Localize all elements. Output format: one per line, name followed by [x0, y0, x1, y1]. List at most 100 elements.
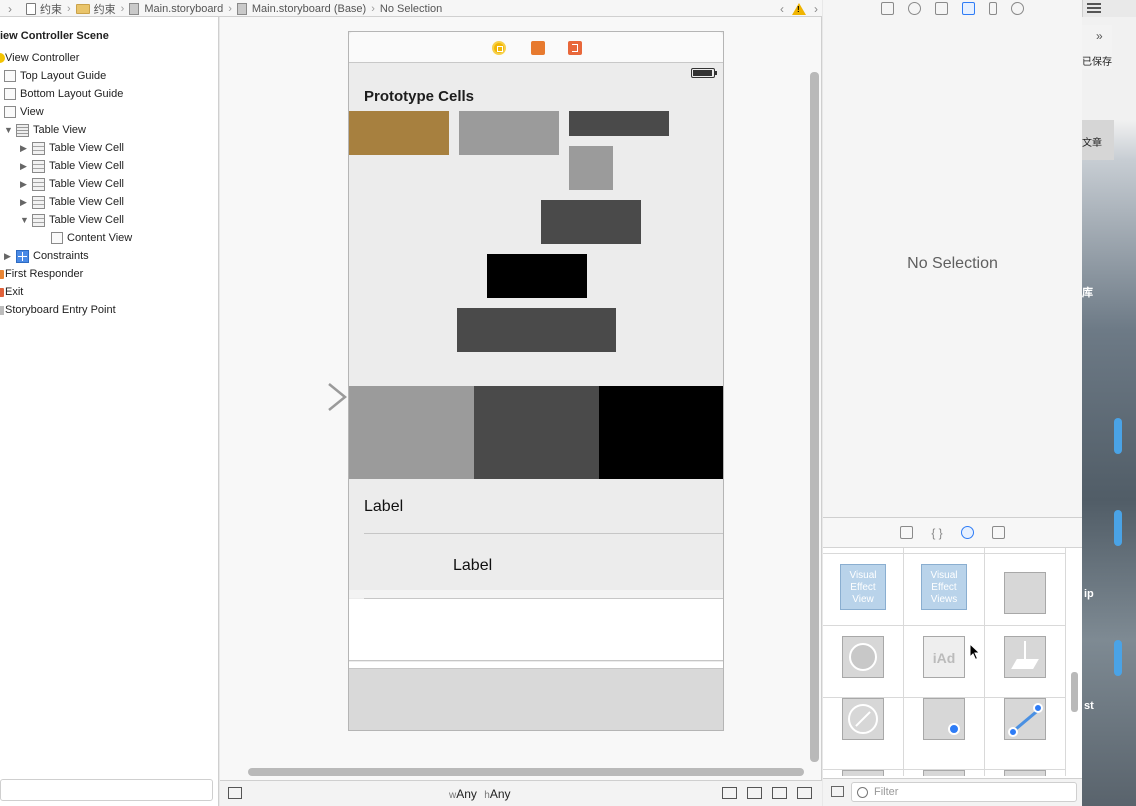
entry-point-icon	[0, 305, 4, 315]
view-controller-icon[interactable]	[492, 41, 506, 55]
resolve-issues-icon[interactable]	[797, 787, 812, 799]
desktop-widget[interactable]	[1114, 418, 1122, 454]
outline-item-bottom-layout-guide[interactable]: Bottom Layout Guide	[4, 85, 123, 103]
outline-item-content-view[interactable]: Content View	[51, 229, 132, 247]
outline-item-storyboard-entry-point[interactable]: Storyboard Entry Point	[0, 301, 116, 319]
outline-item-table-view-cell[interactable]: ▶ Table View Cell	[20, 193, 124, 211]
no-selection-text: No Selection	[907, 255, 998, 272]
connections-inspector-icon[interactable]	[1011, 2, 1024, 15]
outline-item-table-view-cell[interactable]: ▶ Table View Cell	[20, 157, 124, 175]
entry-point-arrow-icon[interactable]	[257, 383, 349, 411]
menu-icon[interactable]	[1082, 0, 1136, 17]
outline-item-constraints[interactable]: ▶ Constraints	[4, 247, 89, 265]
outline-item-view[interactable]: View	[4, 103, 44, 121]
first-responder-icon[interactable]	[531, 41, 545, 55]
attributes-inspector-icon[interactable]	[962, 2, 975, 15]
library-item-visual-effect-view[interactable]: Visual Effect View	[823, 554, 904, 626]
exit-icon[interactable]	[568, 41, 582, 55]
object-library-icon[interactable]	[960, 526, 974, 539]
back-chevron-icon[interactable]: ‹	[780, 2, 784, 16]
breadcrumb-item[interactable]: 约束	[75, 1, 116, 17]
disclosure-collapsed-icon[interactable]: ▶	[20, 143, 32, 154]
outline-item-exit[interactable]: Exit	[0, 283, 23, 301]
desktop-widget[interactable]	[1114, 640, 1122, 676]
disclosure-collapsed-icon[interactable]: ▶	[20, 179, 32, 190]
iad-icon: iAd	[923, 636, 965, 678]
breadcrumb-item[interactable]: 约束	[26, 1, 62, 17]
outline-item-table-view-cell[interactable]: ▶ Table View Cell	[20, 175, 124, 193]
view-controller-scene[interactable]: Prototype Cells Label Label	[348, 31, 724, 731]
library-item[interactable]	[823, 770, 904, 776]
library-item-storyboard-reference[interactable]	[985, 698, 1066, 770]
disclosure-expanded-icon[interactable]: ▼	[4, 125, 16, 135]
forward-chevron-icon[interactable]: ›	[814, 2, 818, 16]
breadcrumb-item[interactable]: Main.storyboard	[129, 2, 223, 15]
file-template-library-icon[interactable]	[900, 526, 914, 539]
outline-item-top-layout-guide[interactable]: Top Layout Guide	[4, 67, 106, 85]
label[interactable]: Label	[453, 557, 492, 575]
disclosure-collapsed-icon[interactable]: ▶	[20, 197, 32, 208]
library-item-web-view[interactable]	[823, 698, 904, 770]
outline-item-table-view[interactable]: ▼ Table View	[4, 121, 86, 139]
library-item-visual-effect-views[interactable]: Visual Effect Views	[904, 554, 985, 626]
constraints-icon	[16, 249, 29, 263]
canvas-horizontal-scrollbar[interactable]	[248, 768, 804, 776]
disclosure-collapsed-icon[interactable]: ▶	[4, 251, 16, 262]
background-window[interactable]: 文章	[1082, 120, 1114, 160]
expand-chevron-icon[interactable]: »	[1096, 29, 1103, 43]
desktop-widget[interactable]	[1114, 510, 1122, 546]
identity-inspector-icon[interactable]	[935, 2, 948, 15]
bottom-view[interactable]	[349, 668, 723, 730]
warning-icon[interactable]: !	[792, 2, 806, 15]
exit-icon	[0, 287, 4, 297]
quick-help-icon[interactable]	[908, 2, 921, 15]
gold-view[interactable]	[349, 111, 449, 155]
breadcrumb-item[interactable]: No Selection	[380, 3, 442, 15]
outline-item-table-view-cell[interactable]: ▶ Table View Cell	[20, 139, 124, 157]
dark-gray-view[interactable]	[541, 200, 641, 244]
gray-view[interactable]	[349, 386, 474, 479]
list-view-toggle-icon[interactable]	[831, 786, 844, 797]
disclosure-collapsed-icon[interactable]: ▶	[20, 161, 32, 172]
media-library-icon[interactable]	[991, 526, 1005, 539]
prototype-cells-title: Prototype Cells	[364, 88, 475, 105]
outline-filter-field[interactable]	[0, 779, 213, 801]
library-filter-input[interactable]: Filter	[851, 782, 1077, 802]
outline-item-view-controller[interactable]: View Controller	[0, 49, 79, 67]
stack-icon[interactable]	[722, 787, 737, 799]
library-item-glkit-view[interactable]	[823, 626, 904, 698]
size-class-control[interactable]: wAny hAny	[449, 787, 511, 801]
dark-gray-view[interactable]	[457, 308, 616, 352]
breadcrumb-item[interactable]: Main.storyboard (Base)	[236, 2, 366, 15]
library-scrollbar[interactable]	[1071, 672, 1078, 712]
size-inspector-icon[interactable]	[989, 2, 997, 15]
canvas-vertical-scrollbar[interactable]	[810, 72, 819, 762]
library-item[interactable]	[904, 770, 985, 776]
black-view[interactable]	[487, 254, 587, 298]
object-library: { } Visual Effect View Visual Effect Vie…	[823, 518, 1082, 806]
dark-gray-view[interactable]	[569, 111, 669, 136]
library-item[interactable]	[985, 770, 1066, 776]
gray-view[interactable]	[459, 111, 559, 155]
outline-item-table-view-cell[interactable]: ▼ Table View Cell	[20, 211, 124, 229]
label[interactable]: Label	[364, 498, 403, 516]
outline-item-first-responder[interactable]: First Responder	[0, 265, 83, 283]
library-item-map-view[interactable]	[985, 554, 1066, 626]
scene-title[interactable]: iew Controller Scene	[0, 27, 109, 45]
black-view[interactable]	[599, 386, 723, 479]
gray-square-view[interactable]	[569, 146, 613, 190]
disclosure-expanded-icon[interactable]: ▼	[20, 215, 32, 225]
align-icon[interactable]	[747, 787, 762, 799]
toggle-outline-icon[interactable]	[228, 787, 242, 799]
table-view-cell-icon	[32, 159, 45, 173]
forward-chevron-icon[interactable]: ›	[8, 2, 12, 16]
library-item-iad-banner[interactable]: iAd	[904, 626, 985, 698]
empty-cell[interactable]	[349, 599, 723, 660]
file-inspector-icon[interactable]	[881, 2, 894, 15]
background-window[interactable]: » 已保存	[1082, 25, 1112, 69]
dark-gray-view[interactable]	[474, 386, 599, 479]
library-item-view-controller-object[interactable]	[904, 698, 985, 770]
library-item-scenekit-view[interactable]	[985, 626, 1066, 698]
code-snippet-library-icon[interactable]: { }	[931, 526, 942, 540]
pin-icon[interactable]	[772, 787, 787, 799]
